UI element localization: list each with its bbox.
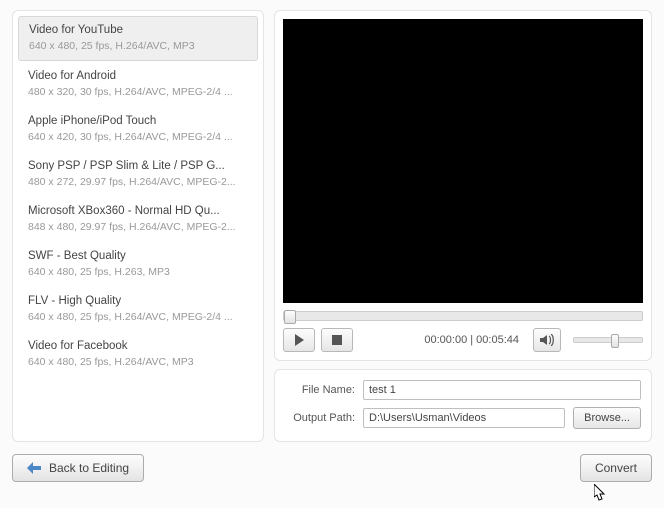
preset-title: Video for Facebook — [28, 340, 248, 352]
preset-item[interactable]: FLV - High Quality 640 x 480, 25 fps, H.2… — [18, 288, 258, 331]
convert-button-label: Convert — [595, 461, 637, 475]
preset-item[interactable]: Video for Facebook 640 x 480, 25 fps, H.2… — [18, 333, 258, 376]
preset-list: Video for YouTube 640 x 480, 25 fps, H.26… — [12, 10, 264, 442]
preset-title: SWF - Best Quality — [28, 250, 248, 262]
filename-input[interactable] — [363, 380, 641, 400]
preset-item[interactable]: Microsoft XBox360 - Normal HD Qu... 848 x… — [18, 198, 258, 241]
play-icon — [295, 334, 304, 346]
preset-desc: 640 x 480, 25 fps, H.264/AVC, MP3 — [28, 356, 248, 368]
preset-title: Video for Android — [28, 70, 248, 82]
timecode: 00:00:00 | 00:05:44 — [424, 334, 519, 346]
preset-desc: 480 x 320, 30 fps, H.264/AVC, MPEG-2/4 .… — [28, 86, 248, 98]
stop-icon — [332, 335, 342, 345]
preset-item[interactable]: Apple iPhone/iPod Touch 640 x 420, 30 fps… — [18, 108, 258, 151]
volume-handle[interactable] — [611, 334, 619, 348]
preset-title: Sony PSP / PSP Slim & Lite / PSP G... — [28, 160, 248, 172]
preset-item[interactable]: SWF - Best Quality 640 x 480, 25 fps, H.2… — [18, 243, 258, 286]
filename-label: File Name: — [285, 384, 355, 396]
preset-desc: 640 x 480, 25 fps, H.264/AVC, MP3 — [29, 40, 247, 52]
preset-desc: 640 x 420, 30 fps, H.264/AVC, MPEG-2/4 .… — [28, 131, 248, 143]
preset-desc: 848 x 480, 29.97 fps, H.264/AVC, MPEG-2.… — [28, 221, 248, 233]
preset-item[interactable]: Sony PSP / PSP Slim & Lite / PSP G... 480… — [18, 153, 258, 196]
output-path-input[interactable] — [363, 408, 565, 428]
play-button[interactable] — [283, 328, 315, 352]
preset-desc: 480 x 272, 29.97 fps, H.264/AVC, MPEG-2.… — [28, 176, 248, 188]
browse-button[interactable]: Browse... — [573, 407, 641, 429]
preset-title: Video for YouTube — [29, 24, 247, 36]
cursor-icon — [594, 484, 608, 505]
preset-title: Microsoft XBox360 - Normal HD Qu... — [28, 205, 248, 217]
preset-item[interactable]: Video for YouTube 640 x 480, 25 fps, H.26… — [18, 16, 258, 61]
volume-icon — [540, 334, 554, 346]
preset-title: FLV - High Quality — [28, 295, 248, 307]
volume-slider[interactable] — [573, 337, 643, 343]
output-panel: File Name: Output Path: Browse... — [274, 369, 652, 442]
preset-title: Apple iPhone/iPod Touch — [28, 115, 248, 127]
stop-button[interactable] — [321, 328, 353, 352]
arrow-left-icon — [27, 462, 41, 474]
scrub-track[interactable] — [283, 311, 643, 321]
preset-item[interactable]: Video for Android 480 x 320, 30 fps, H.26… — [18, 63, 258, 106]
output-path-label: Output Path: — [285, 412, 355, 424]
preset-desc: 640 x 480, 25 fps, H.263, MP3 — [28, 266, 248, 278]
preview-panel: 00:00:00 | 00:05:44 — [274, 10, 652, 361]
back-button-label: Back to Editing — [49, 461, 129, 475]
preset-desc: 640 x 480, 25 fps, H.264/AVC, MPEG-2/4 .… — [28, 311, 248, 323]
volume-button[interactable] — [533, 328, 561, 352]
back-to-editing-button[interactable]: Back to Editing — [12, 454, 144, 482]
scrub-handle[interactable] — [284, 310, 296, 324]
convert-button[interactable]: Convert — [580, 454, 652, 482]
video-preview — [283, 19, 643, 303]
